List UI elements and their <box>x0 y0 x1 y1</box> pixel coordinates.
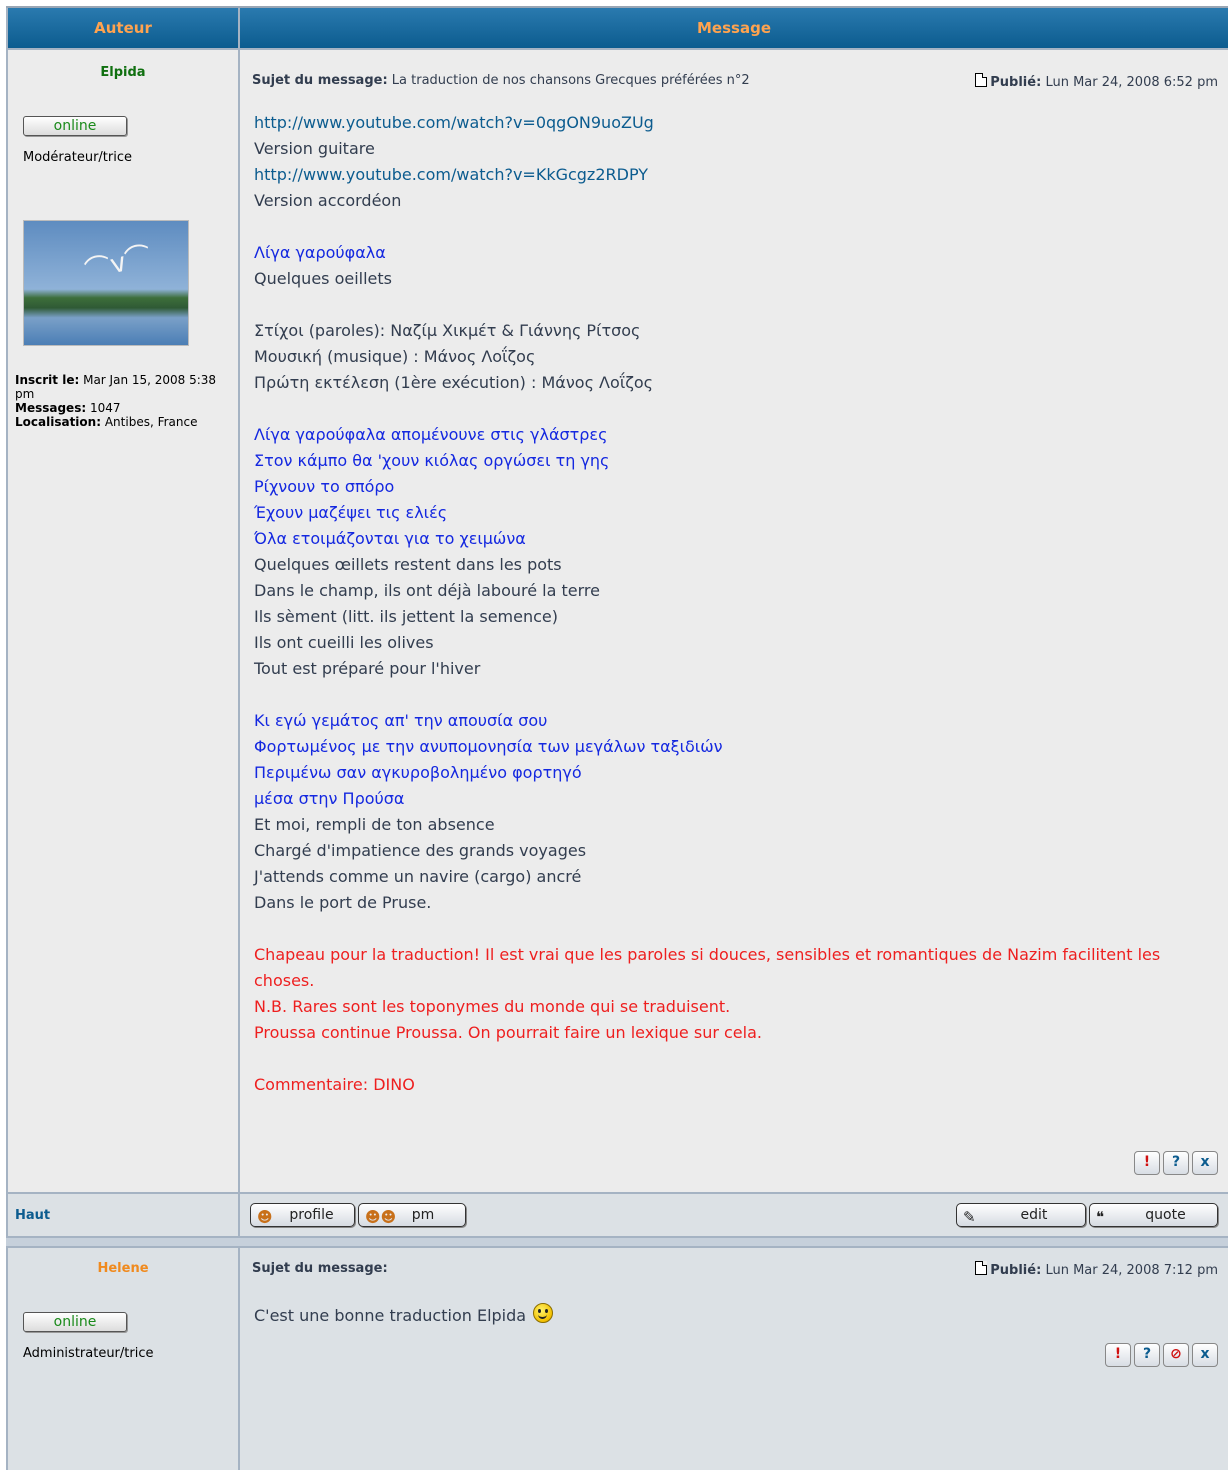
post-footer: Haut ☻ profile ☻☻ pm ✎ edit ❝ quote <box>6 1194 1228 1236</box>
post-line: C'est une bonne traduction Elpida <box>254 1306 527 1325</box>
ban-button[interactable]: ⊘ <box>1163 1343 1189 1367</box>
pm-button-label: pm <box>411 1207 435 1223</box>
posted-label: Publié: <box>990 75 1042 90</box>
comment-line: Commentaire: DINO <box>254 1075 415 1094</box>
post-line: Dans le champ, ils ont déjà labouré la t… <box>254 581 600 600</box>
post-line: Πρώτη εκτέλεση (1ère exécution) : Μάνος … <box>254 373 654 392</box>
post-message-cell: Sujet du message: Publié: Lun Mar 24, 20… <box>240 1248 1228 1470</box>
post-date: Publié: Lun Mar 24, 2008 7:12 pm <box>975 1261 1218 1278</box>
back-to-top-link[interactable]: Haut <box>15 1208 50 1223</box>
delete-button[interactable]: x <box>1192 1343 1218 1367</box>
post-body: C'est une bonne traduction Elpida <box>254 1303 554 1329</box>
author-name[interactable]: Elpida <box>8 65 238 80</box>
author-name[interactable]: Helene <box>8 1261 238 1276</box>
post-line-greek: Ρίχνουν το σπόρο <box>254 477 395 496</box>
delete-button[interactable]: x <box>1192 1151 1218 1175</box>
messages-count: 1047 <box>89 401 121 415</box>
post-line: Version guitare <box>254 139 375 158</box>
subject-label: Sujet du message: <box>252 1261 388 1276</box>
edit-button[interactable]: ✎ edit <box>956 1203 1086 1227</box>
post-line: Et moi, rempli de ton absence <box>254 815 495 834</box>
post-line: Ils ont cueilli les olives <box>254 633 434 652</box>
table-header: Auteur Message <box>6 8 1228 48</box>
edit-button-label: edit <box>1020 1207 1048 1223</box>
post-subject: Sujet du message: La traduction de nos c… <box>252 73 750 88</box>
post-line-greek: Έχουν μαζέψει τις ελιές <box>254 503 448 522</box>
online-status-badge: online <box>23 116 127 136</box>
seagull-icon: ⌒v⌒ <box>81 240 155 288</box>
footer-right-cell: ☻ profile ☻☻ pm ✎ edit ❝ quote <box>240 1194 1228 1236</box>
avatar: ⌒v⌒ <box>23 220 189 346</box>
report-button[interactable]: ! <box>1134 1151 1160 1175</box>
post-line-greek: Λίγα γαρούφαλα απομένουνε στις γλάστρες <box>254 425 608 444</box>
forum-table: Auteur Message Elpida online Modérateur/… <box>6 6 1228 1470</box>
online-status-badge: online <box>23 1312 127 1332</box>
author-profile-info: Inscrit le: Mar Jan 15, 2008 5:38 pm Mes… <box>15 373 239 429</box>
post-line: Tout est préparé pour l'hiver <box>254 659 481 678</box>
post-author-cell: Helene online Administrateur/trice <box>8 1248 238 1470</box>
post-body: http://www.youtube.com/watch?v=0qgON9uoZ… <box>254 110 1160 1098</box>
report-button[interactable]: ! <box>1105 1343 1131 1367</box>
post-line-greek: μέσα στην Προύσα <box>254 789 405 808</box>
post-author-cell: Elpida online Modérateur/trice ⌒v⌒ Inscr… <box>8 50 238 1192</box>
post-separator <box>6 1238 1228 1246</box>
message-column-header: Message <box>240 8 1228 48</box>
joined-label: Inscrit le: <box>15 373 80 387</box>
author-column-header: Auteur <box>8 8 238 48</box>
post-message-cell: Sujet du message: La traduction de nos c… <box>240 50 1228 1192</box>
posted-value: Lun Mar 24, 2008 6:52 pm <box>1045 75 1218 90</box>
smiley-wink-icon <box>533 1303 554 1323</box>
comment-line: N.B. Rares sont les toponymes du monde q… <box>254 997 731 1016</box>
info-button[interactable]: ? <box>1134 1343 1160 1367</box>
post-subject: Sujet du message: <box>252 1261 388 1276</box>
subject-value: La traduction de nos chansons Grecques p… <box>391 73 750 88</box>
post-line: Chargé d'impatience des grands voyages <box>254 841 587 860</box>
comment-line: Chapeau pour la traduction! Il est vrai … <box>254 945 1161 964</box>
info-button[interactable]: ? <box>1163 1151 1189 1175</box>
post-line-greek: Στον κάμπο θα 'χουν κιόλας οργώσει τη γη… <box>254 451 610 470</box>
post-line: Dans le port de Pruse. <box>254 893 432 912</box>
comment-line: choses. <box>254 971 315 990</box>
messages-label: Messages: <box>15 401 87 415</box>
post-line-greek: Περιμένω σαν αγκυροβολημένο φορτηγό <box>254 763 582 782</box>
post-line-greek: Λίγα γαρούφαλα <box>254 243 386 262</box>
author-rank: Administrateur/trice <box>23 1346 154 1361</box>
post-date: Publié: Lun Mar 24, 2008 6:52 pm <box>975 73 1218 90</box>
post-line-greek: Κι εγώ γεμάτος απ' την απουσία σου <box>254 711 548 730</box>
footer-left-cell: Haut <box>8 1194 238 1236</box>
post-line-greek: Φορτωμένος με την ανυπομονησία των μεγάλ… <box>254 737 723 756</box>
youtube-link[interactable]: http://www.youtube.com/watch?v=KkGcgz2RD… <box>254 162 1160 188</box>
post-line: Ils sèment (litt. ils jettent la semence… <box>254 607 559 626</box>
quote-button[interactable]: ❝ quote <box>1089 1203 1218 1227</box>
post-line: Μουσική (musique) : Μάνος Λοΐζος <box>254 347 536 366</box>
quote-button-label: quote <box>1145 1207 1186 1223</box>
youtube-link[interactable]: http://www.youtube.com/watch?v=0qgON9uoZ… <box>254 110 1160 136</box>
pm-button[interactable]: ☻☻ pm <box>358 1203 466 1227</box>
post-document-icon[interactable] <box>975 1261 988 1275</box>
post-document-icon[interactable] <box>975 73 988 87</box>
subject-label: Sujet du message: <box>252 73 388 88</box>
location-value: Antibes, France <box>104 415 198 429</box>
posted-label: Publié: <box>990 1263 1042 1278</box>
post-line: Quelques œillets restent dans les pots <box>254 555 562 574</box>
comment-line: Proussa continue Proussa. On pourrait fa… <box>254 1023 762 1042</box>
post-line: Στίχοι (paroles): Ναζίμ Χικμέτ & Γιάννης… <box>254 321 641 340</box>
profile-button-label: profile <box>289 1207 334 1223</box>
post-helene: Helene online Administrateur/trice Sujet… <box>6 1248 1228 1470</box>
post-elpida: Elpida online Modérateur/trice ⌒v⌒ Inscr… <box>6 50 1228 1192</box>
post-line: Version accordéon <box>254 191 402 210</box>
post-line: Quelques oeillets <box>254 269 393 288</box>
location-label: Localisation: <box>15 415 102 429</box>
post-line: J'attends comme un navire (cargo) ancré <box>254 867 582 886</box>
author-rank: Modérateur/trice <box>23 150 132 165</box>
posted-value: Lun Mar 24, 2008 7:12 pm <box>1045 1263 1218 1278</box>
post-line-greek: Όλα ετοιμάζονται για το χειμώνα <box>254 529 526 548</box>
profile-button[interactable]: ☻ profile <box>250 1203 355 1227</box>
